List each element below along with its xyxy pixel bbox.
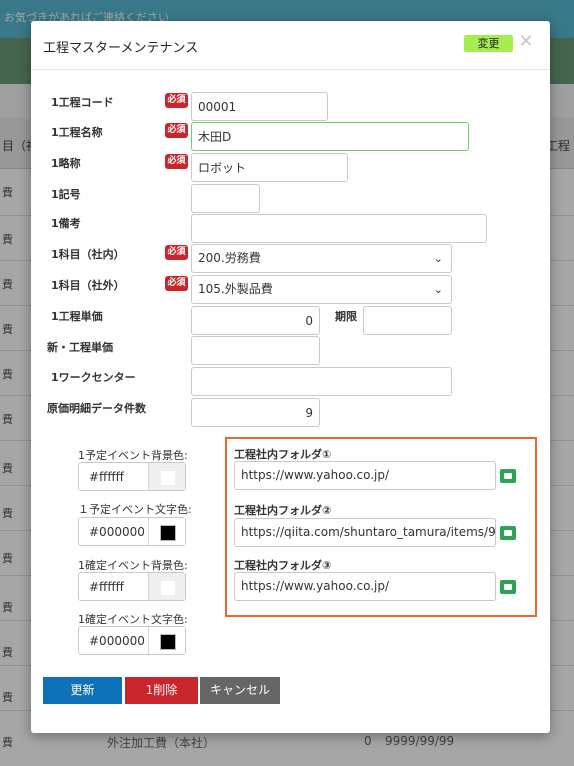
new-unit-price-input[interactable] <box>191 336 320 365</box>
folder-3-input[interactable]: https://www.yahoo.co.jp/ <box>234 572 496 601</box>
folder-open-icon[interactable] <box>500 580 516 594</box>
close-icon[interactable]: ✕ <box>518 32 534 52</box>
plan-bg-color-picker[interactable]: #ffffff <box>78 462 186 491</box>
fbtn-face <box>504 473 512 479</box>
required-badge: 必須 <box>165 154 188 169</box>
confirmed-bg-color-label: 1確定イベント背景色: <box>78 559 188 572</box>
note-input[interactable] <box>191 214 487 243</box>
confirmed-text-color-picker[interactable]: #000000 <box>78 626 186 655</box>
change-button[interactable]: 変更 <box>464 35 513 52</box>
unit-price-label: 1工程単価 <box>51 310 103 323</box>
confirmed-text-color-label: 1確定イベント文字色: <box>78 613 188 626</box>
swatch-cell <box>148 627 185 654</box>
process-code-input[interactable] <box>191 92 328 121</box>
confirmed-bg-color-value: #ffffff <box>89 580 124 594</box>
color-swatch[interactable] <box>160 580 176 596</box>
symbol-label: 1記号 <box>51 188 81 201</box>
folder-1-input[interactable]: https://www.yahoo.co.jp/ <box>234 461 496 490</box>
workcenter-label: 1ワークセンター <box>51 371 136 384</box>
cancel-button[interactable]: キャンセル <box>200 677 280 704</box>
color-swatch[interactable] <box>160 525 176 541</box>
plan-text-color-value: #000000 <box>89 525 145 539</box>
plan-text-color-picker[interactable]: #000000 <box>78 517 186 546</box>
required-badge: 必須 <box>165 245 188 260</box>
new-unit-price-label: 新・工程単価 <box>47 341 113 354</box>
short-name-label: 1略称 <box>51 157 81 170</box>
plan-text-color-label: １予定イベント文字色: <box>78 503 192 516</box>
note-label: 1備考 <box>51 217 81 230</box>
plan-bg-color-label: 1予定イベント背景色: <box>78 449 188 462</box>
required-badge: 必須 <box>165 123 188 138</box>
unit-price-input[interactable] <box>191 306 320 335</box>
folder-3-label: 工程社内フォルダ③ <box>234 559 332 572</box>
process-code-label: 1工程コード <box>51 96 114 109</box>
swatch-cell <box>148 518 185 545</box>
subject-internal-value: 200.労務費 <box>198 251 261 265</box>
title-divider <box>31 69 550 70</box>
subject-internal-select[interactable]: 200.労務費 ⌄ <box>191 244 452 273</box>
modal-title: 工程マスターメンテナンス <box>43 41 199 56</box>
confirmed-bg-color-picker[interactable]: #ffffff <box>78 572 186 601</box>
update-button[interactable]: 更新 <box>43 677 122 704</box>
folder-2-input[interactable]: https://qiita.com/shuntaro_tamura/items/… <box>234 518 496 547</box>
period-label: 期限 <box>335 310 357 323</box>
chevron-down-icon: ⌄ <box>433 252 443 265</box>
required-badge: 必須 <box>165 93 188 108</box>
subject-external-select[interactable]: 105.外製品費 ⌄ <box>191 275 452 304</box>
workcenter-input[interactable] <box>191 367 452 396</box>
folder-open-icon[interactable] <box>500 469 516 483</box>
plan-bg-color-value: #ffffff <box>89 470 124 484</box>
subject-external-value: 105.外製品費 <box>198 282 273 296</box>
symbol-input[interactable] <box>191 184 260 213</box>
color-swatch[interactable] <box>160 470 176 486</box>
fbtn-face <box>504 530 512 536</box>
chevron-down-icon: ⌄ <box>433 283 443 296</box>
short-name-input[interactable] <box>191 153 348 182</box>
swatch-cell <box>148 573 185 600</box>
color-swatch[interactable] <box>160 634 176 650</box>
process-master-modal: 工程マスターメンテナンス 変更 ✕ 1工程コード 必須 1工程名称 必須 1略称… <box>31 21 550 733</box>
cost-count-input[interactable] <box>191 398 320 427</box>
subject-external-label: 1科目（社外） <box>51 279 125 292</box>
cost-count-label: 原価明細データ件数 <box>47 402 146 415</box>
folder-open-icon[interactable] <box>500 526 516 540</box>
subject-internal-label: 1科目（社内） <box>51 248 125 261</box>
fbtn-face <box>504 584 512 590</box>
process-name-label: 1工程名称 <box>51 126 103 139</box>
confirmed-text-color-value: #000000 <box>89 634 145 648</box>
period-input[interactable] <box>363 306 452 335</box>
delete-button[interactable]: 1削除 <box>125 677 198 704</box>
folder-1-label: 工程社内フォルダ① <box>234 448 332 461</box>
required-badge: 必須 <box>165 276 188 291</box>
process-name-input[interactable] <box>191 122 469 151</box>
swatch-cell <box>148 463 185 490</box>
folder-2-label: 工程社内フォルダ② <box>234 504 332 517</box>
